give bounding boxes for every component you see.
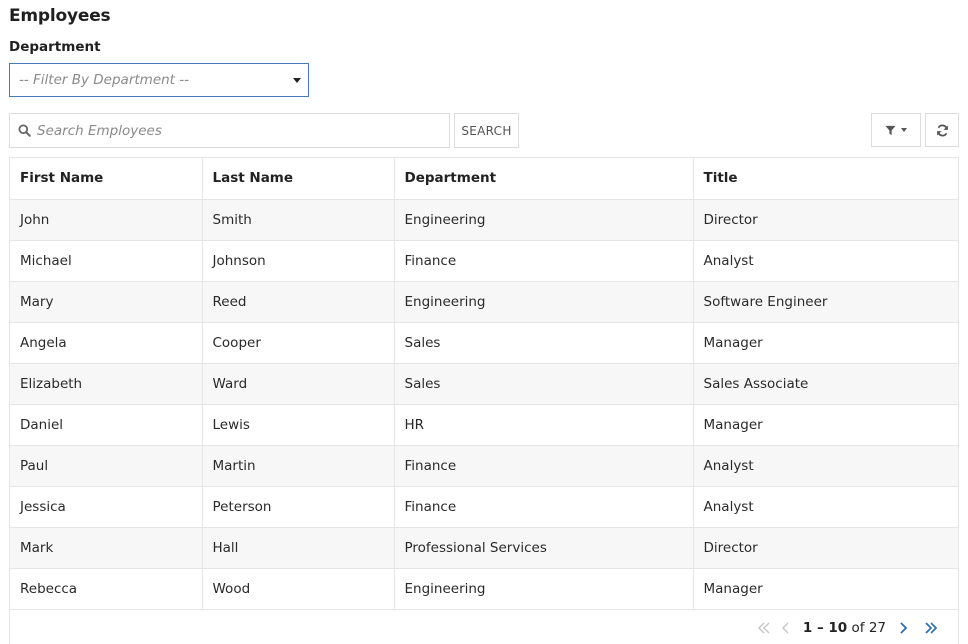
table-row[interactable]: Angela Cooper Sales Manager [10,322,958,364]
cell-department: Professional Services [394,527,694,569]
table-row[interactable]: Daniel Lewis HR Manager [10,404,958,446]
cell-first-name: John [10,199,203,241]
last-page-button[interactable] [920,617,942,639]
employees-table: First Name Last Name Department Title Jo… [10,158,958,610]
cell-department: Engineering [394,568,694,610]
cell-first-name: Rebecca [10,568,203,610]
double-chevron-right-icon [925,622,938,634]
pagination: 1 – 10 of 27 [10,610,958,644]
department-filter-dropdown[interactable]: -- Filter By Department -- [9,63,309,97]
cell-first-name: Paul [10,445,203,487]
first-page-button[interactable] [753,617,775,639]
cell-last-name: Lewis [202,404,395,446]
cell-first-name: Jessica [10,486,203,528]
cell-first-name: Mary [10,281,203,323]
cell-title: Director [693,199,958,241]
cell-department: Engineering [394,199,694,241]
cell-first-name: Michael [10,240,203,282]
cell-title: Analyst [693,486,958,528]
cell-title: Manager [693,568,958,610]
cell-title: Manager [693,404,958,446]
table-row[interactable]: Mark Hall Professional Services Director [10,527,958,569]
page-title: Employees [9,6,111,26]
previous-page-button[interactable] [775,617,797,639]
cell-first-name: Elizabeth [10,363,203,405]
table-row[interactable]: John Smith Engineering Director [10,199,958,241]
cell-department: Sales [394,363,694,405]
refresh-icon [936,124,948,136]
cell-first-name: Mark [10,527,203,569]
search-icon [18,124,31,137]
double-chevron-left-icon [757,622,770,634]
cell-department: HR [394,404,694,446]
chevron-right-icon [900,622,908,634]
page-range: 1 – 10 [802,620,848,636]
cell-last-name: Martin [202,445,395,487]
chevron-left-icon [781,622,789,634]
cell-department: Sales [394,322,694,364]
filter-icon [885,125,896,135]
cell-department: Finance [394,445,694,487]
column-filter-button[interactable] [871,113,921,147]
next-page-button[interactable] [892,617,914,639]
cell-last-name: Peterson [202,486,395,528]
column-header-first-name[interactable]: First Name [10,158,203,200]
cell-department: Engineering [394,281,694,323]
cell-title: Analyst [693,445,958,487]
column-header-title[interactable]: Title [693,158,958,200]
employees-grid: First Name Last Name Department Title Jo… [9,157,959,644]
department-filter-placeholder: -- Filter By Department -- [19,72,190,88]
search-button[interactable]: SEARCH [454,113,519,148]
caret-down-icon [901,128,907,132]
cell-title: Software Engineer [693,281,958,323]
cell-title: Sales Associate [693,363,958,405]
cell-last-name: Ward [202,363,395,405]
search-field[interactable] [9,113,450,148]
cell-first-name: Daniel [10,404,203,446]
cell-title: Manager [693,322,958,364]
table-row[interactable]: Mary Reed Engineering Software Engineer [10,281,958,323]
cell-last-name: Reed [202,281,395,323]
column-header-last-name[interactable]: Last Name [202,158,395,200]
cell-department: Finance [394,486,694,528]
table-row[interactable]: Michael Johnson Finance Analyst [10,240,958,282]
cell-first-name: Angela [10,322,203,364]
table-row[interactable]: Rebecca Wood Engineering Manager [10,568,958,610]
cell-last-name: Wood [202,568,395,610]
page-of-label: of [851,620,865,636]
table-row[interactable]: Paul Martin Finance Analyst [10,445,958,487]
cell-title: Analyst [693,240,958,282]
chevron-down-icon [293,78,301,83]
table-header-row: First Name Last Name Department Title [10,158,958,200]
cell-last-name: Johnson [202,240,395,282]
cell-last-name: Cooper [202,322,395,364]
table-row[interactable]: Jessica Peterson Finance Analyst [10,486,958,528]
column-header-department[interactable]: Department [394,158,694,200]
cell-department: Finance [394,240,694,282]
page-total: 27 [868,620,886,636]
page-range-indicator: 1 – 10 of 27 [803,620,886,636]
search-input[interactable] [37,122,427,139]
department-label: Department [9,39,101,55]
table-row[interactable]: Elizabeth Ward Sales Sales Associate [10,363,958,405]
refresh-button[interactable] [925,113,959,147]
cell-last-name: Smith [202,199,395,241]
cell-title: Director [693,527,958,569]
cell-last-name: Hall [202,527,395,569]
